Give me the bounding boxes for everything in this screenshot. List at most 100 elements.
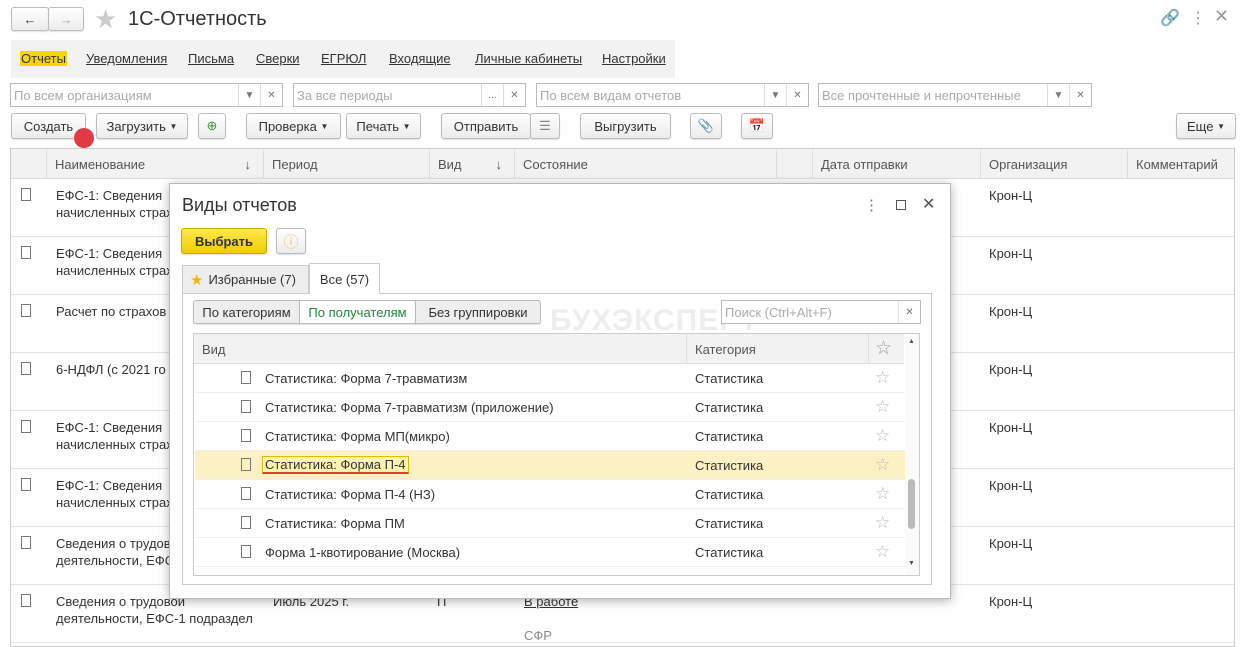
list-item[interactable]: Форма 1-квотирование (Москва) Статистика… xyxy=(195,538,905,567)
add-file-icon[interactable]: ⊕ xyxy=(198,113,226,139)
item-name: Статистика: Форма 7-травматизм xyxy=(265,371,468,386)
document-icon xyxy=(241,516,251,529)
organization: Крон-Ц xyxy=(989,420,1033,435)
item-category: Статистика xyxy=(695,516,764,531)
organization: Крон-Ц xyxy=(989,246,1033,261)
header-comment[interactable]: Комментарий xyxy=(1128,149,1234,179)
organization: Крон-Ц xyxy=(989,188,1033,203)
list-item[interactable]: Статистика: Форма МП(микро) Статистика ☆ xyxy=(195,422,905,451)
kind-filter[interactable]: По всем видам отчетов ▼ ✕ xyxy=(536,83,809,107)
select-button[interactable]: Выбрать xyxy=(181,228,267,254)
load-button[interactable]: Загрузить ▼ xyxy=(96,113,188,139)
scroll-down-icon[interactable]: ▼ xyxy=(908,560,915,567)
group-by-recipient[interactable]: По получателям xyxy=(299,300,416,324)
nav-3[interactable]: Сверки xyxy=(256,51,300,66)
nav-4[interactable]: ЕГРЮЛ xyxy=(321,51,366,66)
nav-7[interactable]: Настройки xyxy=(602,51,666,66)
scroll-thumb[interactable] xyxy=(908,479,915,529)
close-icon[interactable]: ✕ xyxy=(1214,6,1229,27)
link-icon[interactable]: 🔗 xyxy=(1160,8,1180,28)
favorite-star-icon[interactable]: ★ xyxy=(94,4,117,35)
close-icon[interactable]: ✕ xyxy=(922,194,935,214)
report-name: Сведения о трудов деятельности, ЕФС xyxy=(56,536,175,568)
nav-5[interactable]: Входящие xyxy=(389,51,451,66)
send-button[interactable]: Отправить xyxy=(441,113,531,139)
attach-icon[interactable]: 📎 xyxy=(690,113,722,139)
cursor-marker xyxy=(74,128,94,148)
list-item[interactable]: Статистика: Форма П-4 Статистика ☆ xyxy=(195,451,905,480)
maximize-icon[interactable] xyxy=(896,200,906,210)
organization: Крон-Ц xyxy=(989,362,1033,377)
list-item[interactable]: Статистика: Форма 7-травматизм (приложен… xyxy=(195,393,905,422)
report-name: ЕФС-1: Сведения начисленных страх xyxy=(56,188,173,220)
period-filter[interactable]: За все периоды... ✕ xyxy=(293,83,526,107)
nav-6[interactable]: Личные кабинеты xyxy=(475,51,582,66)
sort-icon: ↓ xyxy=(244,156,252,172)
clear-icon[interactable]: ✕ xyxy=(1069,84,1091,106)
report-name: ЕФС-1: Сведения начисленных страх xyxy=(56,420,173,452)
nav-1[interactable]: Уведомления xyxy=(86,51,167,66)
star-icon[interactable]: ☆ xyxy=(875,397,890,417)
dropdown-icon[interactable]: ▼ xyxy=(764,84,786,106)
tab-favorites[interactable]: ★ Избранные (7) xyxy=(182,265,309,293)
recipient: СФР xyxy=(524,628,552,643)
document-icon xyxy=(21,362,31,375)
scroll-up-icon[interactable]: ▲ xyxy=(908,338,915,345)
more-icon[interactable]: ⋮ xyxy=(1190,8,1206,28)
header-status[interactable]: Состояние xyxy=(515,149,777,179)
star-icon[interactable]: ☆ xyxy=(875,426,890,446)
star-icon[interactable]: ☆ xyxy=(875,484,890,504)
search-input[interactable]: Поиск (Ctrl+Alt+F) ✕ xyxy=(721,300,921,324)
header-period[interactable]: Период xyxy=(264,149,430,179)
org-filter[interactable]: По всем организациям ▼ ✕ xyxy=(10,83,283,107)
header-name[interactable]: Наименование ↓ xyxy=(47,149,264,179)
star-icon[interactable]: ☆ xyxy=(875,368,890,388)
more-icon[interactable]: ⋮ xyxy=(864,196,879,214)
clear-icon[interactable]: ✕ xyxy=(260,84,282,106)
tab-all[interactable]: Все (57) xyxy=(309,263,380,294)
clear-icon[interactable]: ✕ xyxy=(786,84,808,106)
nav-2[interactable]: Письма xyxy=(188,51,234,66)
nav-0[interactable]: Отчеты xyxy=(20,51,67,66)
item-name: Статистика: Форма МП(микро) xyxy=(265,429,450,444)
star-icon: ★ xyxy=(190,271,204,289)
star-icon[interactable]: ☆ xyxy=(875,513,890,533)
header-category[interactable]: Категория xyxy=(695,342,756,357)
check-button[interactable]: Проверка ▼ xyxy=(246,113,341,139)
dropdown-icon[interactable]: ▼ xyxy=(1047,84,1069,106)
export-button[interactable]: Выгрузить xyxy=(580,113,671,139)
back-button[interactable]: ← xyxy=(11,7,49,31)
report-name: Расчет по страхов xyxy=(56,304,167,319)
list-item[interactable]: Статистика: Форма П-4 (НЗ) Статистика ☆ xyxy=(195,480,905,509)
header-kind[interactable]: Вид ↓ xyxy=(430,149,515,179)
document-icon xyxy=(21,304,31,317)
header-sent-date[interactable]: Дата отправки xyxy=(813,149,981,179)
organization: Крон-Ц xyxy=(989,478,1033,493)
document-icon xyxy=(241,487,251,500)
print-button[interactable]: Печать ▼ xyxy=(346,113,421,139)
clear-icon[interactable]: ✕ xyxy=(503,84,525,106)
star-icon[interactable]: ☆ xyxy=(875,337,892,360)
more-button[interactable]: Еще ▼ xyxy=(1176,113,1236,139)
dropdown-icon[interactable]: ▼ xyxy=(238,84,260,106)
document-icon xyxy=(21,594,31,607)
no-grouping[interactable]: Без группировки xyxy=(415,300,541,324)
clear-icon[interactable]: ✕ xyxy=(898,301,920,323)
list-header xyxy=(194,334,904,364)
list-item[interactable]: Статистика: Форма ПМ Статистика ☆ xyxy=(195,509,905,538)
scrollbar[interactable]: ▲ ▼ xyxy=(905,334,919,575)
read-filter[interactable]: Все прочтенные и непрочтенные ▼ ✕ xyxy=(818,83,1092,107)
organization: Крон-Ц xyxy=(989,536,1033,551)
select-icon[interactable]: ... xyxy=(481,84,503,106)
star-icon[interactable]: ☆ xyxy=(875,542,890,562)
forward-button[interactable]: → xyxy=(48,7,84,31)
group-by-category[interactable]: По категориям xyxy=(193,300,300,324)
list-icon[interactable]: ☰ xyxy=(530,113,560,139)
header-kind[interactable]: Вид xyxy=(202,342,226,357)
schedule-icon[interactable]: 📅 xyxy=(741,113,773,139)
star-icon[interactable]: ☆ xyxy=(875,455,890,475)
list-item[interactable]: Статистика: Форма 7-травматизм Статистик… xyxy=(195,364,905,393)
header-org[interactable]: Организация xyxy=(981,149,1128,179)
info-icon[interactable]: ⓘ xyxy=(276,228,306,254)
document-icon xyxy=(21,420,31,433)
